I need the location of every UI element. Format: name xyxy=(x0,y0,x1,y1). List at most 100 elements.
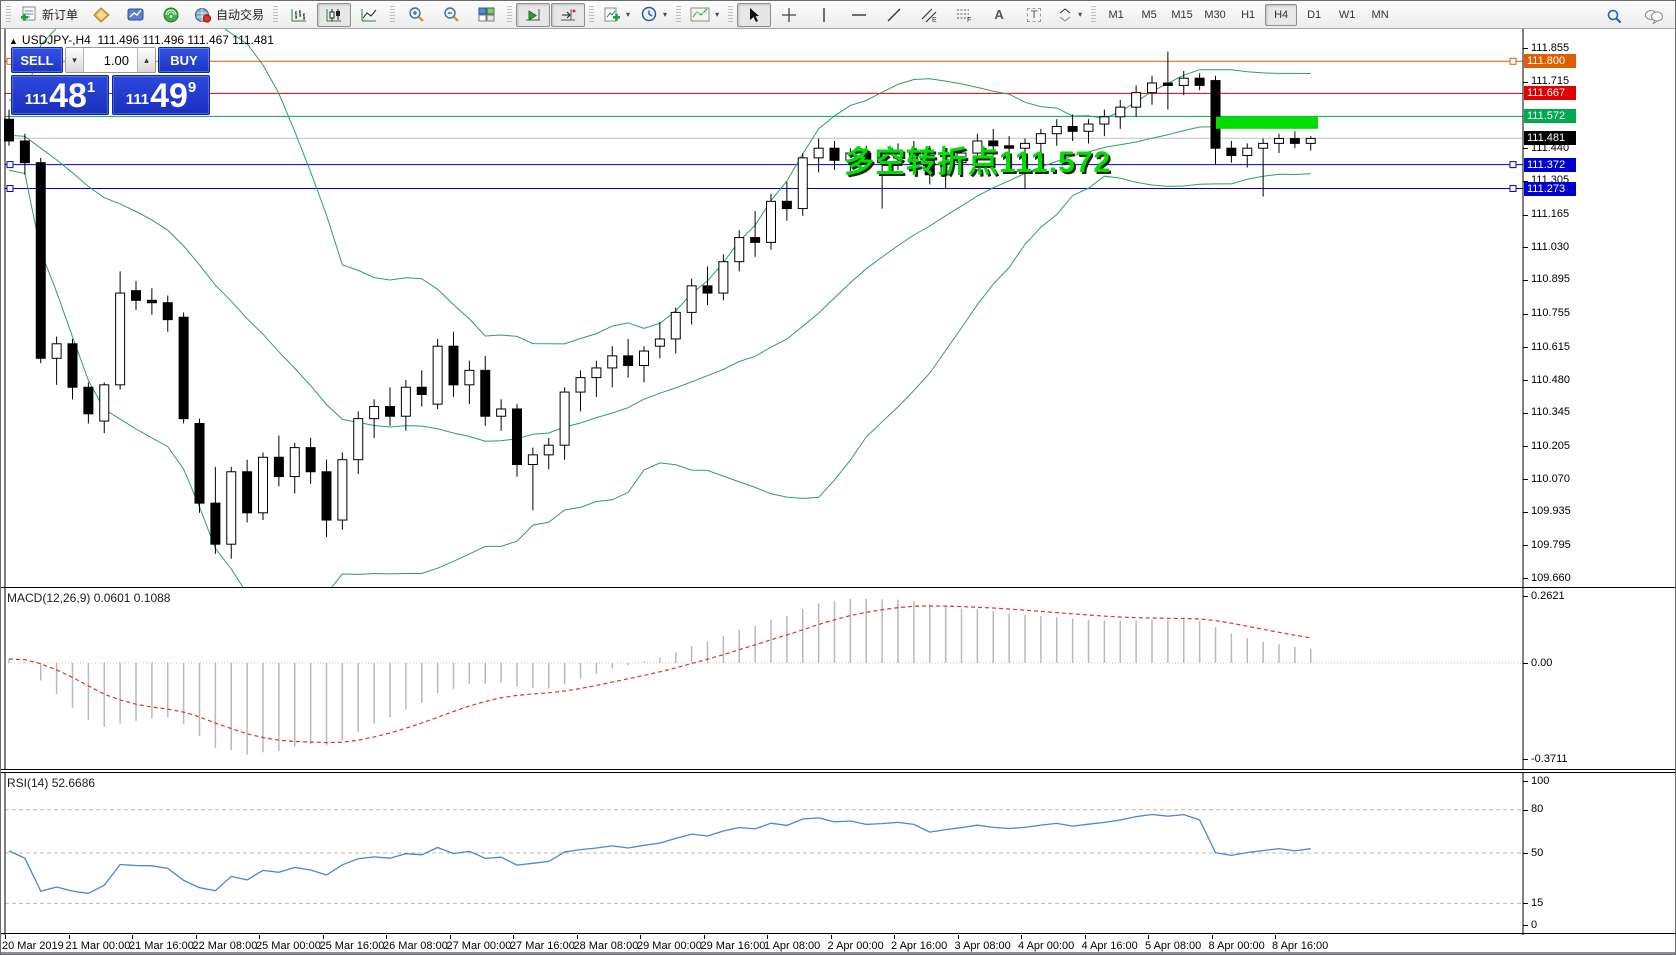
rsi-panel[interactable]: 1008050150 RSI(14) 52.6686 xyxy=(1,772,1676,934)
arrows-button[interactable]: ▾ xyxy=(1052,3,1087,27)
toolbar-grip[interactable] xyxy=(273,6,278,24)
volume-up-button[interactable]: ▴ xyxy=(137,48,155,72)
tile-windows-button[interactable] xyxy=(469,3,503,27)
symbol-period-label: USDJPY-,H4 xyxy=(22,33,91,47)
timeframe-m5[interactable]: M5 xyxy=(1133,4,1165,26)
vertical-line-button[interactable] xyxy=(807,3,841,27)
chat-icon xyxy=(1644,8,1664,24)
price-axis-tick xyxy=(1523,413,1528,414)
price-axis-tick xyxy=(1523,512,1528,513)
price-axis-label: 110.205 xyxy=(1531,440,1570,453)
timeframe-w1[interactable]: W1 xyxy=(1331,4,1363,26)
collapse-icon[interactable]: ▲ xyxy=(9,36,18,46)
candlestick-chart[interactable] xyxy=(1,29,1676,587)
horizontal-line-button[interactable] xyxy=(842,3,876,27)
new-order-icon xyxy=(20,6,38,23)
templates-button[interactable]: ▾ xyxy=(685,3,724,27)
macd-axis-label: 0.2621 xyxy=(1531,590,1565,603)
chat-button[interactable] xyxy=(1637,4,1671,28)
crosshair-button[interactable] xyxy=(772,3,806,27)
sell-button[interactable]: SELL xyxy=(11,47,63,73)
auto-scroll-button[interactable] xyxy=(516,3,550,27)
price-axis-label: 111.855 xyxy=(1531,42,1569,55)
autotrading-label: 自动交易 xyxy=(216,6,264,23)
time-axis-label: 8 Apr 16:00 xyxy=(1272,940,1328,952)
search-button[interactable] xyxy=(1597,4,1631,28)
price-axis-tick xyxy=(1523,347,1528,348)
time-axis-label: 4 Apr 00:00 xyxy=(1018,940,1074,952)
time-axis-tick xyxy=(1085,935,1086,939)
price-axis-tick xyxy=(1523,446,1528,447)
rsi-axis-label: 0 xyxy=(1531,919,1537,932)
toolbar-grip[interactable] xyxy=(1091,6,1096,24)
macd-axis-tick xyxy=(1523,759,1528,760)
price-axis-label: 110.755 xyxy=(1531,307,1570,320)
time-axis-label: 2 Apr 00:00 xyxy=(828,940,884,952)
buy-button[interactable]: BUY xyxy=(158,47,210,73)
volume-stepper: ▾ 1.00 ▴ xyxy=(65,47,156,73)
rsi-axis-tick xyxy=(1523,853,1528,854)
time-axis-tick xyxy=(831,935,832,939)
timeframe-d1[interactable]: D1 xyxy=(1298,4,1330,26)
time-axis-tick xyxy=(69,935,70,939)
trading-platform-window: 新订单 自动交易 xyxy=(0,0,1676,955)
zoom-in-button[interactable] xyxy=(399,3,433,27)
price-chart-panel[interactable]: 111.855111.715111.440111.305111.165111.0… xyxy=(1,29,1676,588)
equidistant-channel-button[interactable]: E xyxy=(912,3,946,27)
timeframe-h1[interactable]: H1 xyxy=(1232,4,1264,26)
rsi-axis-tick xyxy=(1523,903,1528,904)
chevron-down-icon: ▾ xyxy=(626,10,630,19)
sell-price-display[interactable]: 111 48 1 xyxy=(11,75,109,115)
toolbar-grip[interactable] xyxy=(507,6,512,24)
chart-shift-button[interactable] xyxy=(551,3,585,27)
zoom-out-button[interactable] xyxy=(434,3,468,27)
line-chart-button[interactable] xyxy=(352,3,386,27)
trendline-icon xyxy=(886,7,902,23)
autotrading-button[interactable]: 自动交易 xyxy=(189,3,269,27)
clock-icon xyxy=(641,6,658,23)
new-order-button[interactable]: 新订单 xyxy=(15,3,83,27)
text-button[interactable]: A xyxy=(982,3,1016,27)
signals-button[interactable] xyxy=(154,3,188,27)
timeframe-m1[interactable]: M1 xyxy=(1100,4,1132,26)
timeframe-m30[interactable]: M30 xyxy=(1199,4,1231,26)
bar-chart-button[interactable] xyxy=(282,3,316,27)
rsi-axis-tick xyxy=(1523,925,1528,926)
toolbar-grip[interactable] xyxy=(6,6,11,24)
indicators-button[interactable]: ▾ xyxy=(598,3,635,27)
macd-panel[interactable]: 0.26210.00-0.3711 MACD(12,26,9) 0.0601 0… xyxy=(1,588,1676,770)
rsi-value: 52.6686 xyxy=(52,776,95,790)
timeframe-m15[interactable]: M15 xyxy=(1166,4,1198,26)
cursor-button[interactable] xyxy=(737,3,771,27)
candlestick-chart-button[interactable] xyxy=(317,3,351,27)
buy-price-sup: 9 xyxy=(188,79,196,96)
toolbar-grip[interactable] xyxy=(390,6,395,24)
toolbar-grip[interactable] xyxy=(676,6,681,24)
rsi-axis-label: 80 xyxy=(1531,803,1543,816)
trendline-button[interactable] xyxy=(877,3,911,27)
time-axis[interactable]: 20 Mar 201921 Mar 00:0021 Mar 16:0022 Ma… xyxy=(1,935,1676,952)
terminal-button[interactable] xyxy=(119,3,153,27)
toolbar-grip[interactable] xyxy=(589,6,594,24)
rsi-chart[interactable] xyxy=(1,773,1676,935)
periods-button[interactable]: ▾ xyxy=(636,3,672,27)
time-axis-tick xyxy=(894,935,895,939)
time-axis-label: 28 Mar 08:00 xyxy=(574,940,639,952)
text-label-button[interactable]: T xyxy=(1017,3,1051,27)
crosshair-icon xyxy=(781,7,797,23)
toolbar-grip[interactable] xyxy=(728,6,733,24)
price-axis-tick xyxy=(1523,247,1528,248)
price-axis-label: 110.615 xyxy=(1531,341,1570,354)
volume-down-button[interactable]: ▾ xyxy=(66,48,84,72)
metaeditor-button[interactable] xyxy=(84,3,118,27)
fibonacci-button[interactable]: F xyxy=(947,3,981,27)
vertical-line-icon xyxy=(819,7,829,23)
rsi-axis-label: 50 xyxy=(1531,847,1543,860)
time-axis-label: 29 Mar 00:00 xyxy=(637,940,702,952)
volume-input[interactable]: 1.00 xyxy=(84,48,137,72)
macd-chart[interactable] xyxy=(1,588,1676,769)
price-axis-label: 111.165 xyxy=(1531,208,1569,221)
timeframe-h4[interactable]: H4 xyxy=(1265,4,1297,26)
buy-price-display[interactable]: 111 49 9 xyxy=(112,75,210,115)
timeframe-mn[interactable]: MN xyxy=(1364,4,1396,26)
